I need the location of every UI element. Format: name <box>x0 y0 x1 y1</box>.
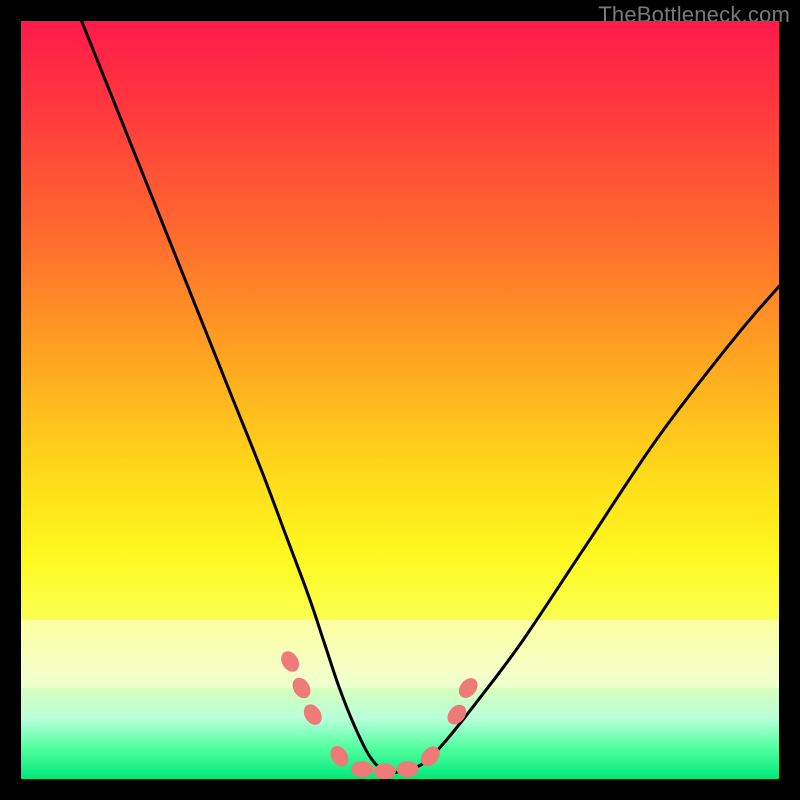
chart-area <box>21 21 779 779</box>
curve-marker <box>277 648 302 675</box>
outer-frame: TheBottleneck.com <box>0 0 800 800</box>
curve-marker <box>455 674 481 701</box>
curve-marker <box>374 763 396 779</box>
curve-marker <box>444 701 470 728</box>
curve-marker <box>300 701 325 728</box>
curve-marker <box>397 761 419 777</box>
curve-marker <box>289 674 314 701</box>
highlight-band <box>21 620 779 688</box>
curve-marker <box>351 761 373 777</box>
curve-marker <box>417 743 443 770</box>
curve-marker <box>327 743 352 770</box>
bottleneck-curve-line <box>82 21 779 773</box>
chart-svg <box>21 21 779 779</box>
curve-marker-group <box>277 648 481 779</box>
